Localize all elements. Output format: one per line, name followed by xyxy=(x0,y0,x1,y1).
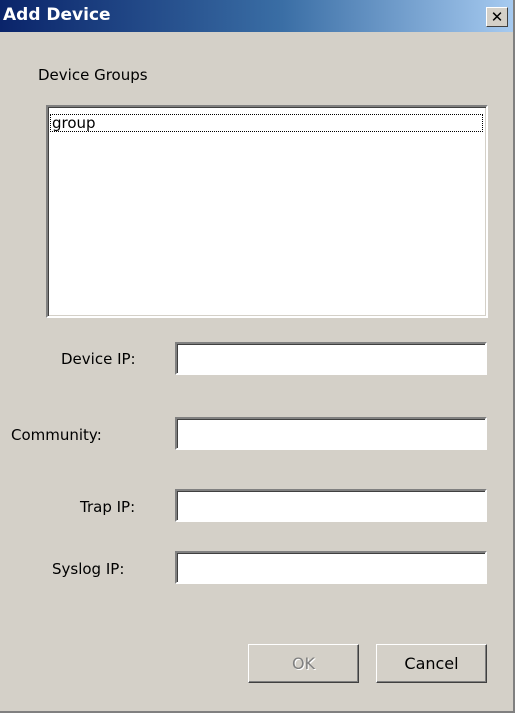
device-ip-field[interactable] xyxy=(175,342,487,375)
add-device-dialog: Add Device ✕ Device Groups group Device … xyxy=(0,0,515,713)
cancel-button[interactable]: Cancel xyxy=(376,644,487,683)
community-field[interactable] xyxy=(175,417,487,450)
device-groups-label: Device Groups xyxy=(38,66,148,84)
device-groups-listbox[interactable]: group xyxy=(46,105,488,318)
trap-ip-field[interactable] xyxy=(175,489,487,522)
trap-ip-label: Trap IP: xyxy=(80,498,136,516)
title-bar[interactable]: Add Device ✕ xyxy=(0,0,513,32)
device-ip-label: Device IP: xyxy=(61,350,136,368)
list-item[interactable]: group xyxy=(50,114,483,132)
syslog-ip-label: Syslog IP: xyxy=(52,560,125,578)
ok-button[interactable]: OK xyxy=(248,644,359,683)
close-icon[interactable]: ✕ xyxy=(486,7,508,27)
window-title: Add Device xyxy=(3,5,111,25)
community-label: Community: xyxy=(11,426,102,444)
syslog-ip-field[interactable] xyxy=(175,551,487,584)
